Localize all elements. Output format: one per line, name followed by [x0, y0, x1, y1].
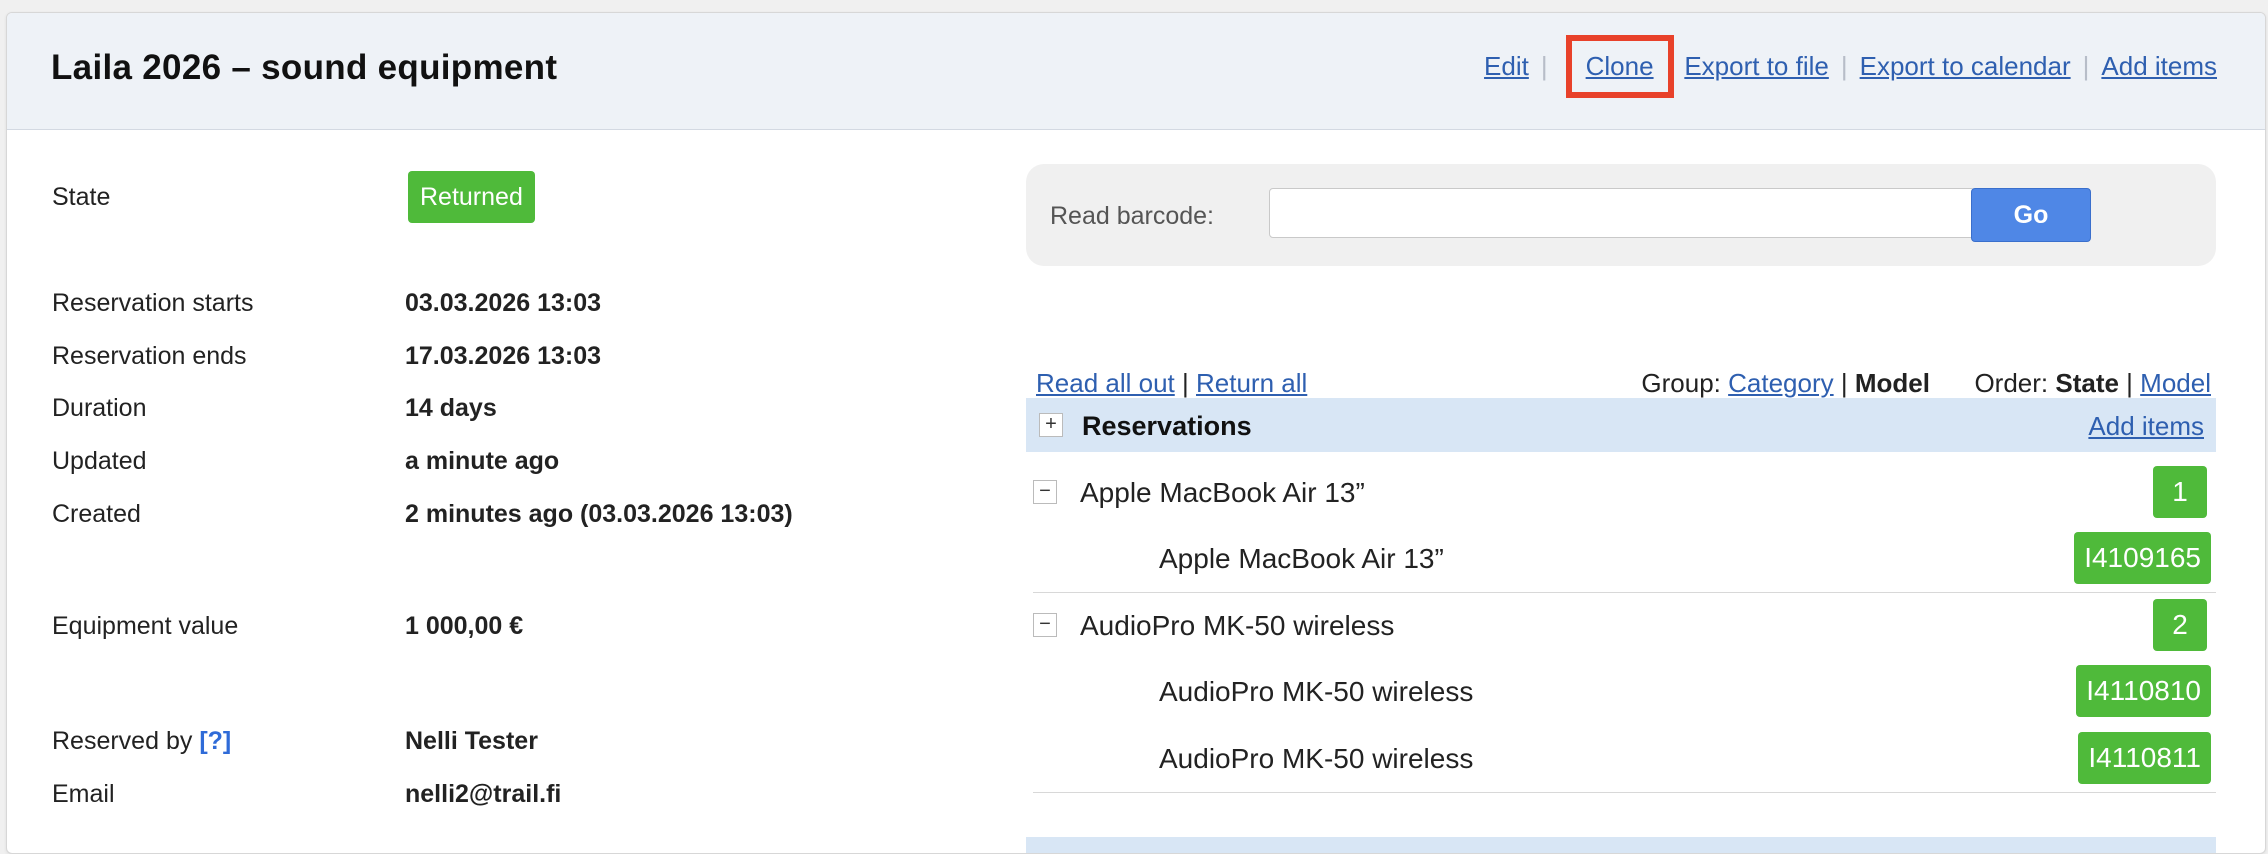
created-value: 2 minutes ago (03.03.2026 13:03)	[405, 500, 793, 528]
equipment-value-label: Equipment value	[52, 612, 239, 640]
divider	[1033, 592, 2216, 593]
reservations-title: Reservations	[1082, 411, 1252, 441]
help-link[interactable]: [?]	[199, 727, 231, 755]
clone-link[interactable]: Clone	[1586, 51, 1654, 81]
state-badge: Returned	[408, 171, 535, 223]
reservation-card: Laila 2026 – sound equipment Edit | Clon…	[6, 12, 2266, 854]
reserved-by-label-text: Reserved by	[52, 727, 193, 755]
separator: |	[1182, 368, 1189, 398]
read-all-out-link[interactable]: Read all out	[1036, 368, 1175, 398]
collapse-icon[interactable]: −	[1033, 480, 1057, 504]
count-badge: 2	[2153, 599, 2207, 651]
item-code-badge[interactable]: I4110811	[2078, 732, 2211, 784]
page-title: Laila 2026 – sound equipment	[51, 48, 558, 87]
add-items-link[interactable]: Add items	[2101, 51, 2217, 82]
email-value: nelli2@trail.fi	[405, 780, 562, 808]
item-code-badge[interactable]: I4110810	[2076, 665, 2211, 717]
separator: |	[1540, 51, 1548, 81]
updated-label: Updated	[52, 447, 147, 475]
item-name: AudioPro MK-50 wireless	[1159, 676, 1474, 707]
barcode-reader: Read barcode: Go	[1026, 164, 2216, 266]
barcode-input[interactable]	[1269, 188, 1975, 238]
collapse-icon[interactable]: −	[1033, 613, 1057, 637]
clone-highlight-box: Clone	[1565, 35, 1674, 98]
separator: |	[2126, 368, 2133, 398]
barcode-label: Read barcode:	[1050, 202, 1215, 230]
next-section-header	[1026, 837, 2216, 853]
export-to-file-link[interactable]: Export to file	[1684, 51, 1829, 82]
duration-label: Duration	[52, 394, 147, 422]
reservation-ends-label: Reservation ends	[52, 342, 247, 370]
order-label: Order:	[1974, 368, 2049, 398]
reservation-starts-label: Reservation starts	[52, 289, 254, 317]
count-badge: 1	[2153, 466, 2207, 518]
return-all-link[interactable]: Return all	[1196, 368, 1307, 398]
reserved-by-label: Reserved by [?]	[52, 727, 231, 756]
reservations-header: + Reservations Add items	[1026, 398, 2216, 452]
item-code-badge[interactable]: I4109165	[2074, 532, 2211, 584]
export-to-calendar-link[interactable]: Export to calendar	[1860, 51, 2071, 82]
header-actions: Edit | Clone | Export to file | Export t…	[1484, 35, 2217, 98]
reservations-add-items-link[interactable]: Add items	[2088, 411, 2204, 442]
separator: |	[2082, 51, 2090, 81]
expand-icon[interactable]: +	[1039, 413, 1063, 437]
edit-link[interactable]: Edit	[1484, 51, 1529, 82]
reservation-starts-value: 03.03.2026 13:03	[405, 289, 602, 317]
separator: |	[1840, 51, 1848, 81]
group-model-selected: Model	[1854, 368, 1930, 398]
go-button[interactable]: Go	[1971, 188, 2091, 242]
equipment-value-value: 1 000,00 €	[405, 612, 524, 640]
separator: |	[1840, 368, 1848, 398]
bulk-actions: Read all out | Return all	[1036, 368, 1307, 399]
group-category-link[interactable]: Category	[1728, 368, 1834, 398]
group-label: Group:	[1641, 368, 1721, 398]
email-label: Email	[52, 780, 115, 808]
order-model-link[interactable]: Model	[2140, 368, 2211, 398]
divider	[1033, 792, 2216, 793]
item-name: Apple MacBook Air 13”	[1159, 543, 1444, 574]
state-label: State	[52, 183, 111, 211]
page-header: Laila 2026 – sound equipment Edit | Clon…	[7, 13, 2265, 130]
item-name: AudioPro MK-50 wireless	[1159, 743, 1474, 774]
duration-value: 14 days	[405, 394, 497, 422]
updated-value: a minute ago	[405, 447, 560, 475]
order-state-selected: State	[2055, 368, 2119, 398]
reservation-ends-value: 17.03.2026 13:03	[405, 342, 602, 370]
created-label: Created	[52, 500, 141, 528]
model-name: Apple MacBook Air 13”	[1080, 477, 1365, 508]
reserved-by-value: Nelli Tester	[405, 727, 538, 755]
model-name: AudioPro MK-50 wireless	[1080, 610, 1395, 641]
group-order-controls: Group: Category | Model Order: State | M…	[1641, 368, 2211, 399]
